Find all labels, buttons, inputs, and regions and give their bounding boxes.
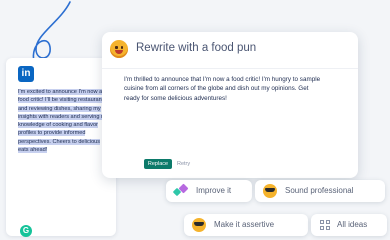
sunglasses-emoji-icon bbox=[263, 184, 277, 198]
chip-label: Sound professional bbox=[285, 186, 354, 195]
selected-post-text[interactable]: I'm excited to announce I'm now a food c… bbox=[18, 88, 112, 154]
improve-it-chip[interactable]: Improve it bbox=[166, 180, 252, 202]
sparkle-icon bbox=[172, 183, 189, 197]
chip-label: All ideas bbox=[337, 220, 368, 229]
prompt-text[interactable]: Rewrite with a food pun bbox=[136, 42, 256, 54]
grid-icon bbox=[320, 220, 330, 230]
chip-label: Improve it bbox=[196, 186, 232, 195]
rewrite-popup: Rewrite with a food pun I'm thrilled to … bbox=[102, 32, 358, 178]
sunglasses-emoji-icon bbox=[192, 218, 206, 232]
rewrite-result: I'm thrilled to announce that I'm now a … bbox=[124, 76, 321, 102]
retry-button[interactable]: Retry bbox=[177, 159, 190, 169]
linkedin-icon: in bbox=[18, 66, 34, 82]
all-ideas-chip[interactable]: All ideas bbox=[311, 214, 387, 236]
sound-professional-chip[interactable]: Sound professional bbox=[255, 180, 385, 202]
replace-button[interactable]: Replace bbox=[144, 159, 172, 169]
chip-label: Make it assertive bbox=[214, 220, 275, 229]
prompt-bar[interactable]: Rewrite with a food pun bbox=[102, 32, 358, 69]
grammarly-icon[interactable]: G bbox=[20, 225, 32, 237]
make-assertive-chip[interactable]: Make it assertive bbox=[184, 214, 308, 236]
grinning-emoji-icon bbox=[110, 40, 128, 58]
linkedin-post-card: in I'm excited to announce I'm now a foo… bbox=[6, 58, 116, 237]
